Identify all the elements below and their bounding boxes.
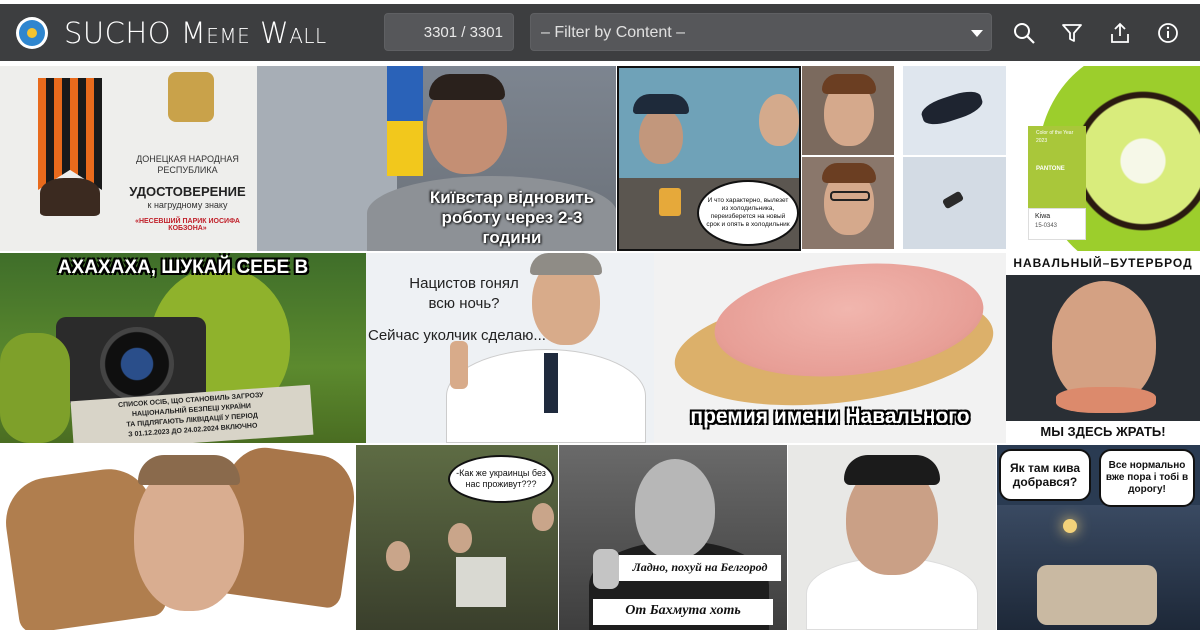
arestovich-line-1: Київстар відновить [429, 188, 595, 207]
medal-line-5: «НЕСЕВШИЙ ПАРИК ИОСИФА КОБЗОНА» [135, 218, 240, 232]
flag-blue [387, 66, 423, 121]
meme-arestovich[interactable]: Київстар відновить роботу через 2-3 годи… [257, 66, 616, 251]
medal-line-2: РЕСПУБЛИКА [157, 165, 218, 175]
filter-icon[interactable] [1060, 21, 1084, 45]
pantone-line-1: Color of the Year [1036, 130, 1074, 136]
pantone-brand: PANTONE [1036, 166, 1065, 172]
navalny-top-caption: НАВАЛЬНЫЙ–БУТЕРБРОД [1013, 256, 1193, 270]
meme-fisherman[interactable]: И что характерно, вылезет из холодильник… [617, 66, 801, 251]
woman-face [448, 523, 472, 553]
share-icon[interactable] [1108, 21, 1132, 45]
hair [429, 74, 505, 100]
meme-snow-object[interactable] [903, 157, 1006, 249]
arestovich-line-3: години [482, 228, 542, 247]
shrek-top-caption: АХАХАХА, ШУКАЙ СЕБЕ В [57, 257, 309, 278]
doctor-line-1: Нацистов гонял [409, 275, 519, 292]
grey-hair [530, 253, 602, 275]
title-sucho: SUCHO [64, 16, 172, 50]
meme-bedroom[interactable]: Як там кива добрався? Все нормально вже … [997, 445, 1200, 630]
figure-in-snow [918, 87, 986, 129]
meme-doctor[interactable]: Нацистов гонял всю ночь? Сейчас уколчик … [366, 253, 654, 443]
woman-face [532, 503, 554, 531]
cap-hat [633, 94, 689, 114]
doctor-line-3: Сейчас уколчик сделаю... [368, 327, 546, 344]
thumbs-up-hand [593, 549, 619, 589]
kitchen-bubble: -Как же украинцы без нас проживут??? [448, 455, 554, 503]
pantone-code: 15-0343 [1035, 223, 1058, 229]
putin-line-1: Ладно, похуй на Белгород [632, 560, 768, 574]
meme-putin[interactable]: Ладно, похуй на Белгород От Бахмута хоть [559, 445, 787, 630]
black-hair [844, 455, 940, 485]
stove [456, 557, 506, 607]
sandwich-caption: премия имени Навального [690, 405, 970, 428]
syringe-hand [450, 341, 468, 389]
meme-navalny-sandwich[interactable]: НАВАЛЬНЫЙ–БУТЕРБРОД МЫ ЗДЕСЬ ЖРАТЬ! [1006, 253, 1200, 443]
woman-face [386, 541, 410, 571]
title-meme: Meme [180, 16, 251, 50]
filter-selected-value: – Filter by Content – [541, 24, 686, 41]
lamp [1063, 519, 1077, 533]
beer-mug [659, 188, 681, 216]
title-wall: Wall [260, 16, 327, 50]
fisherman-bubble: И что характерно, вылезет из холодильник… [697, 180, 799, 246]
old-man-face [639, 108, 683, 164]
app-header: SUCHO Meme Wall 3301 / 3301 – Filter by … [0, 4, 1200, 61]
sucho-logo[interactable] [16, 17, 48, 49]
arestovich-line-2: роботу через 2-3 [441, 208, 583, 227]
flag-yellow [387, 121, 423, 176]
hair [138, 455, 240, 485]
medal-line-4: к нагрудному знаку [147, 200, 228, 210]
pantone-label: Kiwa 15-0343 [1028, 208, 1086, 240]
navalny-bottom-caption: МЫ ЗДЕСЬ ЖРАТЬ! [1040, 424, 1166, 439]
meme-nerd-bottom[interactable] [802, 157, 894, 249]
bedroom-bubble-2: Все нормально вже пора і тобі в дорогу! [1099, 449, 1195, 507]
small-object [941, 190, 965, 210]
logo-center [27, 28, 37, 38]
app-title: SUCHO Meme Wall [64, 16, 327, 50]
meme-kitchen[interactable]: -Как же украинцы без нас проживут??? [356, 445, 558, 630]
tie [544, 353, 558, 413]
meme-counter-input[interactable]: 3301 / 3301 [384, 13, 514, 51]
content-filter-select[interactable]: – Filter by Content – [530, 13, 992, 51]
young-man-face [759, 94, 799, 146]
pantone-name: Kiwa [1035, 213, 1051, 220]
info-icon[interactable] [1156, 21, 1180, 45]
meme-snow-body[interactable] [903, 66, 1006, 155]
glasses-icon [830, 191, 870, 201]
bed [1037, 565, 1157, 625]
nerd-hair [822, 163, 876, 183]
meme-kiwi-pantone[interactable]: Color of the Year 2023 PANTONE Kiwa 15-0… [1008, 66, 1200, 251]
meme-portrait[interactable] [788, 445, 996, 630]
putin-line-2: От Бахмута хоть [625, 603, 741, 618]
logo-ring [19, 20, 45, 46]
coat-of-arms-icon [168, 72, 214, 122]
putin-face [635, 459, 715, 559]
st-george-ribbon [38, 78, 102, 190]
sandwich [1056, 387, 1156, 413]
chevron-down-icon [971, 30, 983, 37]
meme-nerd-top[interactable] [802, 66, 894, 155]
medal-line-3: УДОСТОВЕРЕНИЕ [129, 184, 246, 199]
nerd-hair [822, 74, 876, 94]
shrek-hand [0, 333, 70, 443]
medal-line-1: ДОНЕЦКАЯ НАРОДНАЯ [136, 154, 239, 164]
meme-sandwich[interactable]: премия имени Навального [654, 253, 1006, 443]
bedroom-bubble-1: Як там кива добрався? [999, 449, 1091, 501]
search-icon[interactable] [1012, 21, 1036, 45]
meme-shrek[interactable]: АХАХАХА, ШУКАЙ СЕБЕ В СПИСОК ОСІБ, ЩО СТ… [0, 253, 366, 443]
pantone-line-2: 2023 [1036, 138, 1048, 144]
meme-toast[interactable] [0, 445, 355, 630]
meme-medal-certificate[interactable]: ДОНЕЦКАЯ НАРОДНАЯ РЕСПУБЛИКА УДОСТОВЕРЕН… [0, 66, 257, 251]
pantone-card: Color of the Year 2023 PANTONE [1028, 126, 1086, 208]
doctor-line-2: всю ночь? [428, 295, 500, 312]
wig-medal [40, 178, 100, 216]
camera-lens [100, 327, 174, 401]
